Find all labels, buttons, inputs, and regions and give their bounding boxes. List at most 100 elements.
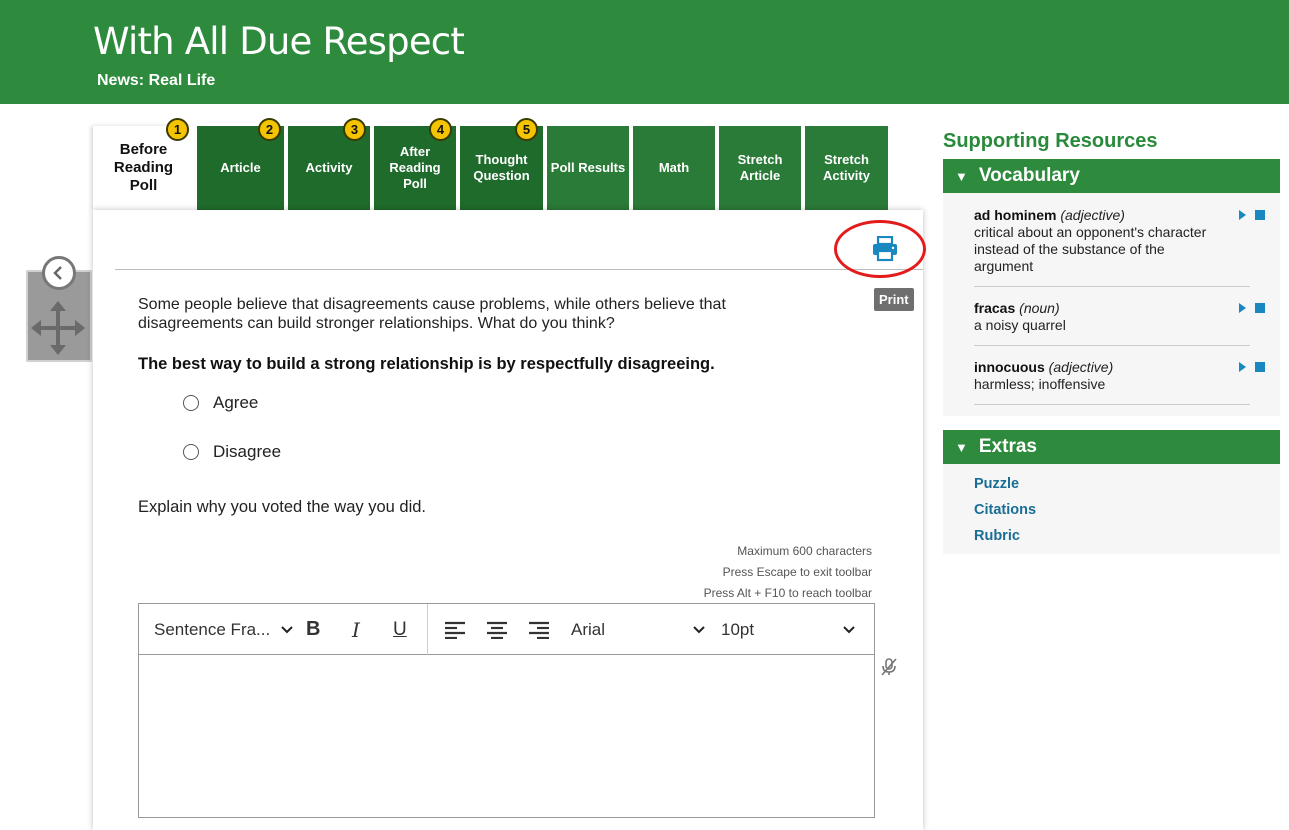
vocab-word: ad hominem [974, 207, 1057, 223]
extras-header[interactable]: ▼ Extras [943, 430, 1280, 464]
radio-button[interactable] [183, 395, 199, 411]
vocab-pos: (adjective) [1060, 207, 1125, 223]
explain-prompt: Explain why you voted the way you did. [138, 498, 427, 516]
step-badge: 2 [258, 118, 281, 141]
play-icon[interactable] [1239, 210, 1246, 220]
tab-label: Thought Question [473, 152, 530, 183]
poll-statement: The best way to build a strong relations… [138, 355, 715, 373]
printer-icon [873, 235, 897, 262]
escape-hint: Press Escape to exit toolbar [722, 565, 872, 579]
option-label: Disagree [213, 442, 282, 461]
tab-activity[interactable]: Activity 3 [288, 118, 370, 210]
tab-after-reading-poll[interactable]: After Reading Poll 4 [374, 118, 456, 210]
tab-label: Article [220, 160, 261, 175]
print-button[interactable] [871, 235, 903, 266]
align-center-button[interactable] [486, 604, 508, 655]
max-chars-hint: Maximum 600 characters [737, 544, 872, 558]
vocabulary-list: ad hominem (adjective) critical about an… [943, 193, 1280, 416]
vocab-definition: critical about an opponent's character i… [974, 224, 1207, 274]
vocab-audio-controls [1239, 210, 1265, 220]
vocabulary-header-label: Vocabulary [978, 165, 1080, 186]
vocab-audio-controls [1239, 362, 1265, 372]
tab-label: Math [658, 160, 690, 175]
tab-stretch-article[interactable]: Stretch Article [719, 126, 801, 210]
tab-stretch-activity[interactable]: Stretch Activity [805, 126, 888, 210]
font-family-select[interactable]: Arial [571, 604, 706, 655]
vocab-pos: (noun) [1019, 300, 1060, 316]
extras-list: Puzzle Citations Rubric [943, 464, 1280, 554]
step-badge: 1 [166, 118, 189, 141]
underline-button[interactable]: U [393, 604, 407, 655]
underline-icon: U [393, 618, 407, 640]
chevron-left-icon [53, 266, 62, 280]
toolbar-separator [427, 604, 428, 655]
vocabulary-header[interactable]: ▼ Vocabulary [943, 159, 1280, 193]
poll-question: Some people believe that disagreements c… [138, 296, 726, 332]
tab-label: After Reading Poll [389, 144, 441, 191]
italic-icon: I [352, 617, 360, 642]
align-right-button[interactable] [528, 604, 550, 655]
font-size-select[interactable]: 10pt [721, 604, 856, 655]
tab-label: Stretch Activity [823, 152, 870, 183]
microphone-muted-icon[interactable] [880, 657, 900, 679]
tab-label: Poll Results [550, 160, 626, 175]
toolbar-hint: Press Alt + F10 to reach toolbar [703, 586, 872, 600]
format-select[interactable]: Sentence Fra... [154, 604, 294, 655]
puzzle-link[interactable]: Puzzle [974, 476, 1019, 492]
vocab-word: fracas [974, 300, 1016, 316]
vocab-word: innocuous [974, 359, 1045, 375]
play-icon[interactable] [1239, 362, 1246, 372]
divider [974, 404, 1250, 405]
page-header: With All Due Respect News: Real Life [0, 0, 1289, 104]
stop-icon[interactable] [1255, 362, 1265, 372]
align-center-icon [487, 621, 507, 639]
stop-icon[interactable] [1255, 210, 1265, 220]
triangle-down-icon: ▼ [955, 168, 968, 184]
page-title: With All Due Respect [93, 20, 465, 63]
option-label: Agree [213, 393, 259, 412]
align-left-button[interactable] [444, 604, 466, 655]
chevron-down-icon [693, 625, 705, 633]
tab-before-reading-poll[interactable]: Before Reading Poll 1 [93, 118, 194, 210]
divider [974, 345, 1250, 346]
rubric-link[interactable]: Rubric [974, 528, 1020, 544]
chevron-down-icon [843, 625, 855, 633]
step-badge: 4 [429, 118, 452, 141]
option-disagree[interactable]: Disagree [183, 442, 281, 462]
poll-panel: Print Some people believe that disagreem… [93, 210, 926, 830]
divider [115, 269, 923, 270]
font-select-value: Arial [571, 619, 606, 639]
triangle-down-icon: ▼ [955, 439, 968, 455]
vocab-audio-controls [1239, 303, 1265, 313]
tab-math[interactable]: Math [633, 126, 715, 210]
vocab-definition: a noisy quarrel [974, 317, 1066, 333]
tab-poll-results[interactable]: Poll Results [547, 126, 629, 210]
tab-article[interactable]: Article 2 [197, 118, 284, 210]
option-agree[interactable]: Agree [183, 393, 258, 413]
step-badge: 5 [515, 118, 538, 141]
vocab-item: ad hominem (adjective) critical about an… [974, 207, 1250, 275]
bold-button[interactable]: B [306, 604, 320, 655]
page-subtitle: News: Real Life [97, 72, 216, 89]
chevron-down-icon [281, 625, 293, 633]
bold-icon: B [306, 618, 321, 640]
vocab-definition: harmless; inoffensive [974, 376, 1106, 392]
tab-thought-question[interactable]: Thought Question 5 [460, 118, 543, 210]
response-text-area[interactable] [139, 656, 874, 809]
divider [974, 286, 1250, 287]
citations-link[interactable]: Citations [974, 502, 1036, 518]
align-right-icon [529, 621, 549, 639]
radio-button[interactable] [183, 444, 199, 460]
tab-label: Before Reading Poll [113, 141, 174, 194]
italic-button[interactable]: I [352, 604, 360, 655]
format-select-value: Sentence Fra... [154, 619, 271, 639]
size-select-value: 10pt [721, 619, 755, 639]
play-icon[interactable] [1239, 303, 1246, 313]
collapse-back-button[interactable] [42, 256, 76, 290]
vocab-item: fracas (noun) a noisy quarrel [974, 300, 1250, 334]
stop-icon[interactable] [1255, 303, 1265, 313]
supporting-resources-title: Supporting Resources [943, 130, 1158, 152]
move-icon[interactable] [30, 300, 86, 356]
step-badge: 3 [343, 118, 366, 141]
editor-toolbar: Sentence Fra... B I U Arial 10pt [139, 604, 874, 655]
